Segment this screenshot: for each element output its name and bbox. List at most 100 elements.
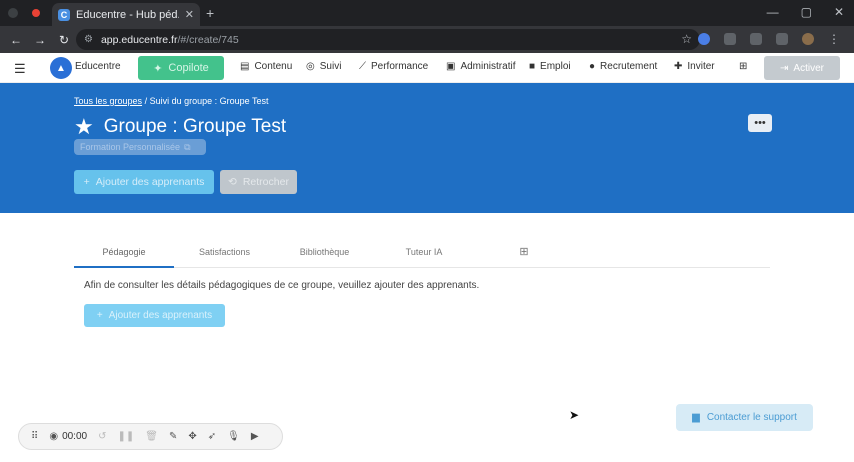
check-circle-icon: ◎	[306, 61, 315, 72]
support-label: Contacter le support	[706, 412, 797, 423]
delete-icon[interactable]: 🗑	[145, 431, 158, 442]
microphone-icon[interactable]: 🎙	[227, 431, 240, 442]
extension-icon[interactable]	[776, 33, 788, 45]
brand-name[interactable]: Educentre	[75, 61, 121, 72]
tab-bibliotheque[interactable]: Bibliothèque	[287, 247, 362, 257]
bookmark-star-icon[interactable]: ☆	[681, 32, 692, 46]
retrocher-label: Retrocher	[242, 176, 289, 188]
page-title: Groupe : Groupe Test	[103, 116, 287, 137]
add-box-icon[interactable]: ⊞	[739, 61, 747, 72]
nav-item-label: Contenu	[254, 61, 293, 72]
star-icon[interactable]: ★	[74, 114, 94, 140]
extensions-area: ⋮	[698, 32, 840, 46]
menu-icon[interactable]: ☰	[14, 61, 26, 77]
forward-icon[interactable]: →	[28, 33, 52, 47]
training-badge[interactable]: Formation Personnalisée ⧉	[74, 139, 206, 155]
pointer-icon[interactable]: ➶	[208, 431, 216, 442]
tab-close-icon[interactable]: ✕	[185, 8, 194, 21]
screen-recorder-toolbar: ⠿ ◉ 00:00 ↺ ❚❚ 🗑 ✎ ✥ ➶ 🎙 ▶	[18, 423, 283, 450]
maximize-icon[interactable]: ▢	[801, 5, 812, 19]
breadcrumb-separator: /	[144, 96, 148, 106]
person-icon: ●	[589, 61, 596, 72]
nav-item-label: Administratif	[460, 61, 516, 72]
mouse-cursor-icon: ➤	[569, 408, 580, 422]
more-options-button[interactable]: •••	[748, 114, 772, 132]
browser-toolbar: ← → ↻ ⚙ app.educentre.fr/#/create/745 ☆ …	[0, 26, 854, 53]
favicon-icon: C	[58, 8, 70, 21]
nav-item-label: Emploi	[540, 61, 571, 72]
restart-icon[interactable]: ↺	[98, 431, 106, 442]
site-info-icon[interactable]: ⚙	[84, 34, 93, 45]
add-learners-button-secondary[interactable]: + Ajouter des apprenants	[84, 304, 225, 327]
group-header: Tous les groupes / Suivi du groupe : Gro…	[0, 83, 854, 213]
window-controls: — ▢ ✕	[767, 5, 844, 19]
camera-icon[interactable]: ▶	[251, 431, 259, 442]
extension-icon[interactable]	[698, 33, 710, 45]
drag-handle-icon[interactable]: ⠿	[31, 431, 38, 442]
briefcase-icon: ■	[529, 61, 536, 72]
arrow-icon: ⇥	[780, 62, 789, 74]
nav-item-label: Recrutement	[600, 61, 658, 72]
plus-icon: +	[83, 176, 90, 188]
badge-label: Formation Personnalisée	[80, 142, 181, 152]
breadcrumb-link[interactable]: Tous les groupes	[74, 96, 142, 106]
nav-item-recrutement[interactable]: ● Recrutement	[589, 61, 657, 72]
add-learners-button[interactable]: + Ajouter des apprenants	[74, 170, 214, 194]
tab-satisfactions[interactable]: Satisfactions	[187, 247, 262, 257]
pause-icon[interactable]: ❚❚	[117, 431, 134, 442]
url-path: /#/create/745	[177, 33, 239, 46]
add-learners-label: Ajouter des apprenants	[108, 310, 213, 321]
nav-item-label: Suivi	[319, 61, 342, 72]
plus-icon: +	[96, 310, 103, 321]
tab-pedagogie[interactable]: Pédagogie	[74, 247, 174, 257]
nav-item-emploi[interactable]: ■ Emploi	[529, 61, 571, 72]
minimize-icon[interactable]: —	[767, 5, 779, 19]
contact-support-button[interactable]: ▆ Contacter le support	[676, 404, 813, 431]
nav-item-administratif[interactable]: ▣ Administratif	[446, 61, 515, 72]
back-icon[interactable]: ←	[4, 33, 28, 47]
crosshair-icon[interactable]: ✥	[188, 431, 196, 442]
nav-item-performance[interactable]: ⟋ Performance	[359, 61, 428, 72]
wand-icon: ✦	[153, 62, 163, 75]
nav-item-contenu[interactable]: ▤ Contenu	[240, 61, 292, 72]
close-window-icon[interactable]: ✕	[834, 5, 844, 19]
tab-tuteur-ia[interactable]: Tuteur IA	[389, 247, 459, 257]
record-icon[interactable]: ◉	[49, 431, 58, 442]
browser-menu-icon[interactable]: ⋮	[828, 32, 840, 46]
book-icon: ▤	[240, 61, 250, 72]
tab-add-icon[interactable]: ⊞	[514, 245, 534, 258]
retrocher-button[interactable]: ⟲ Retrocher	[220, 170, 297, 194]
browser-tab[interactable]: C Educentre - Hub péd... ✕	[52, 3, 200, 26]
reload-icon[interactable]: ↻	[52, 33, 76, 47]
pen-icon[interactable]: ✎	[169, 431, 177, 442]
profile-icon[interactable]	[8, 8, 18, 18]
nav-item-suivi[interactable]: ◎ Suivi	[306, 61, 341, 72]
active-tab-indicator	[74, 266, 174, 268]
refresh-icon: ⟲	[228, 176, 237, 188]
activer-button[interactable]: ⇥ Activer	[764, 56, 840, 80]
tab-title: Educentre - Hub péd...	[76, 8, 179, 21]
new-tab-button[interactable]: +	[206, 5, 214, 21]
chart-line-icon: ⟋	[359, 61, 366, 72]
person-add-icon: ✚	[674, 61, 683, 72]
url-text: app.educentre.fr/#/create/745	[101, 34, 239, 46]
avatar[interactable]	[802, 33, 814, 45]
nav-item-label: Inviter	[687, 61, 715, 72]
copilote-label: Copilote	[168, 62, 209, 74]
extension-icon[interactable]	[724, 33, 736, 45]
activer-label: Activer	[793, 62, 824, 74]
record-timer: ◉ 00:00	[49, 431, 87, 442]
timer-text: 00:00	[62, 431, 88, 442]
record-indicator-icon	[32, 9, 40, 17]
external-link-icon: ⧉	[184, 141, 191, 152]
url-domain: app.educentre.fr	[100, 33, 178, 46]
logo-icon[interactable]: ▲	[50, 57, 72, 79]
nav-item-inviter[interactable]: ✚ Inviter	[674, 61, 715, 72]
chat-icon: ▆	[692, 412, 700, 423]
download-icon[interactable]	[750, 33, 762, 45]
nav-item-label: Performance	[371, 61, 429, 72]
address-bar[interactable]: ⚙ app.educentre.fr/#/create/745 ☆	[76, 29, 700, 50]
empty-state-message: Afin de consulter les détails pédagogiqu…	[84, 280, 480, 291]
document-icon: ▣	[446, 61, 456, 72]
copilote-button[interactable]: ✦ Copilote	[138, 56, 224, 80]
